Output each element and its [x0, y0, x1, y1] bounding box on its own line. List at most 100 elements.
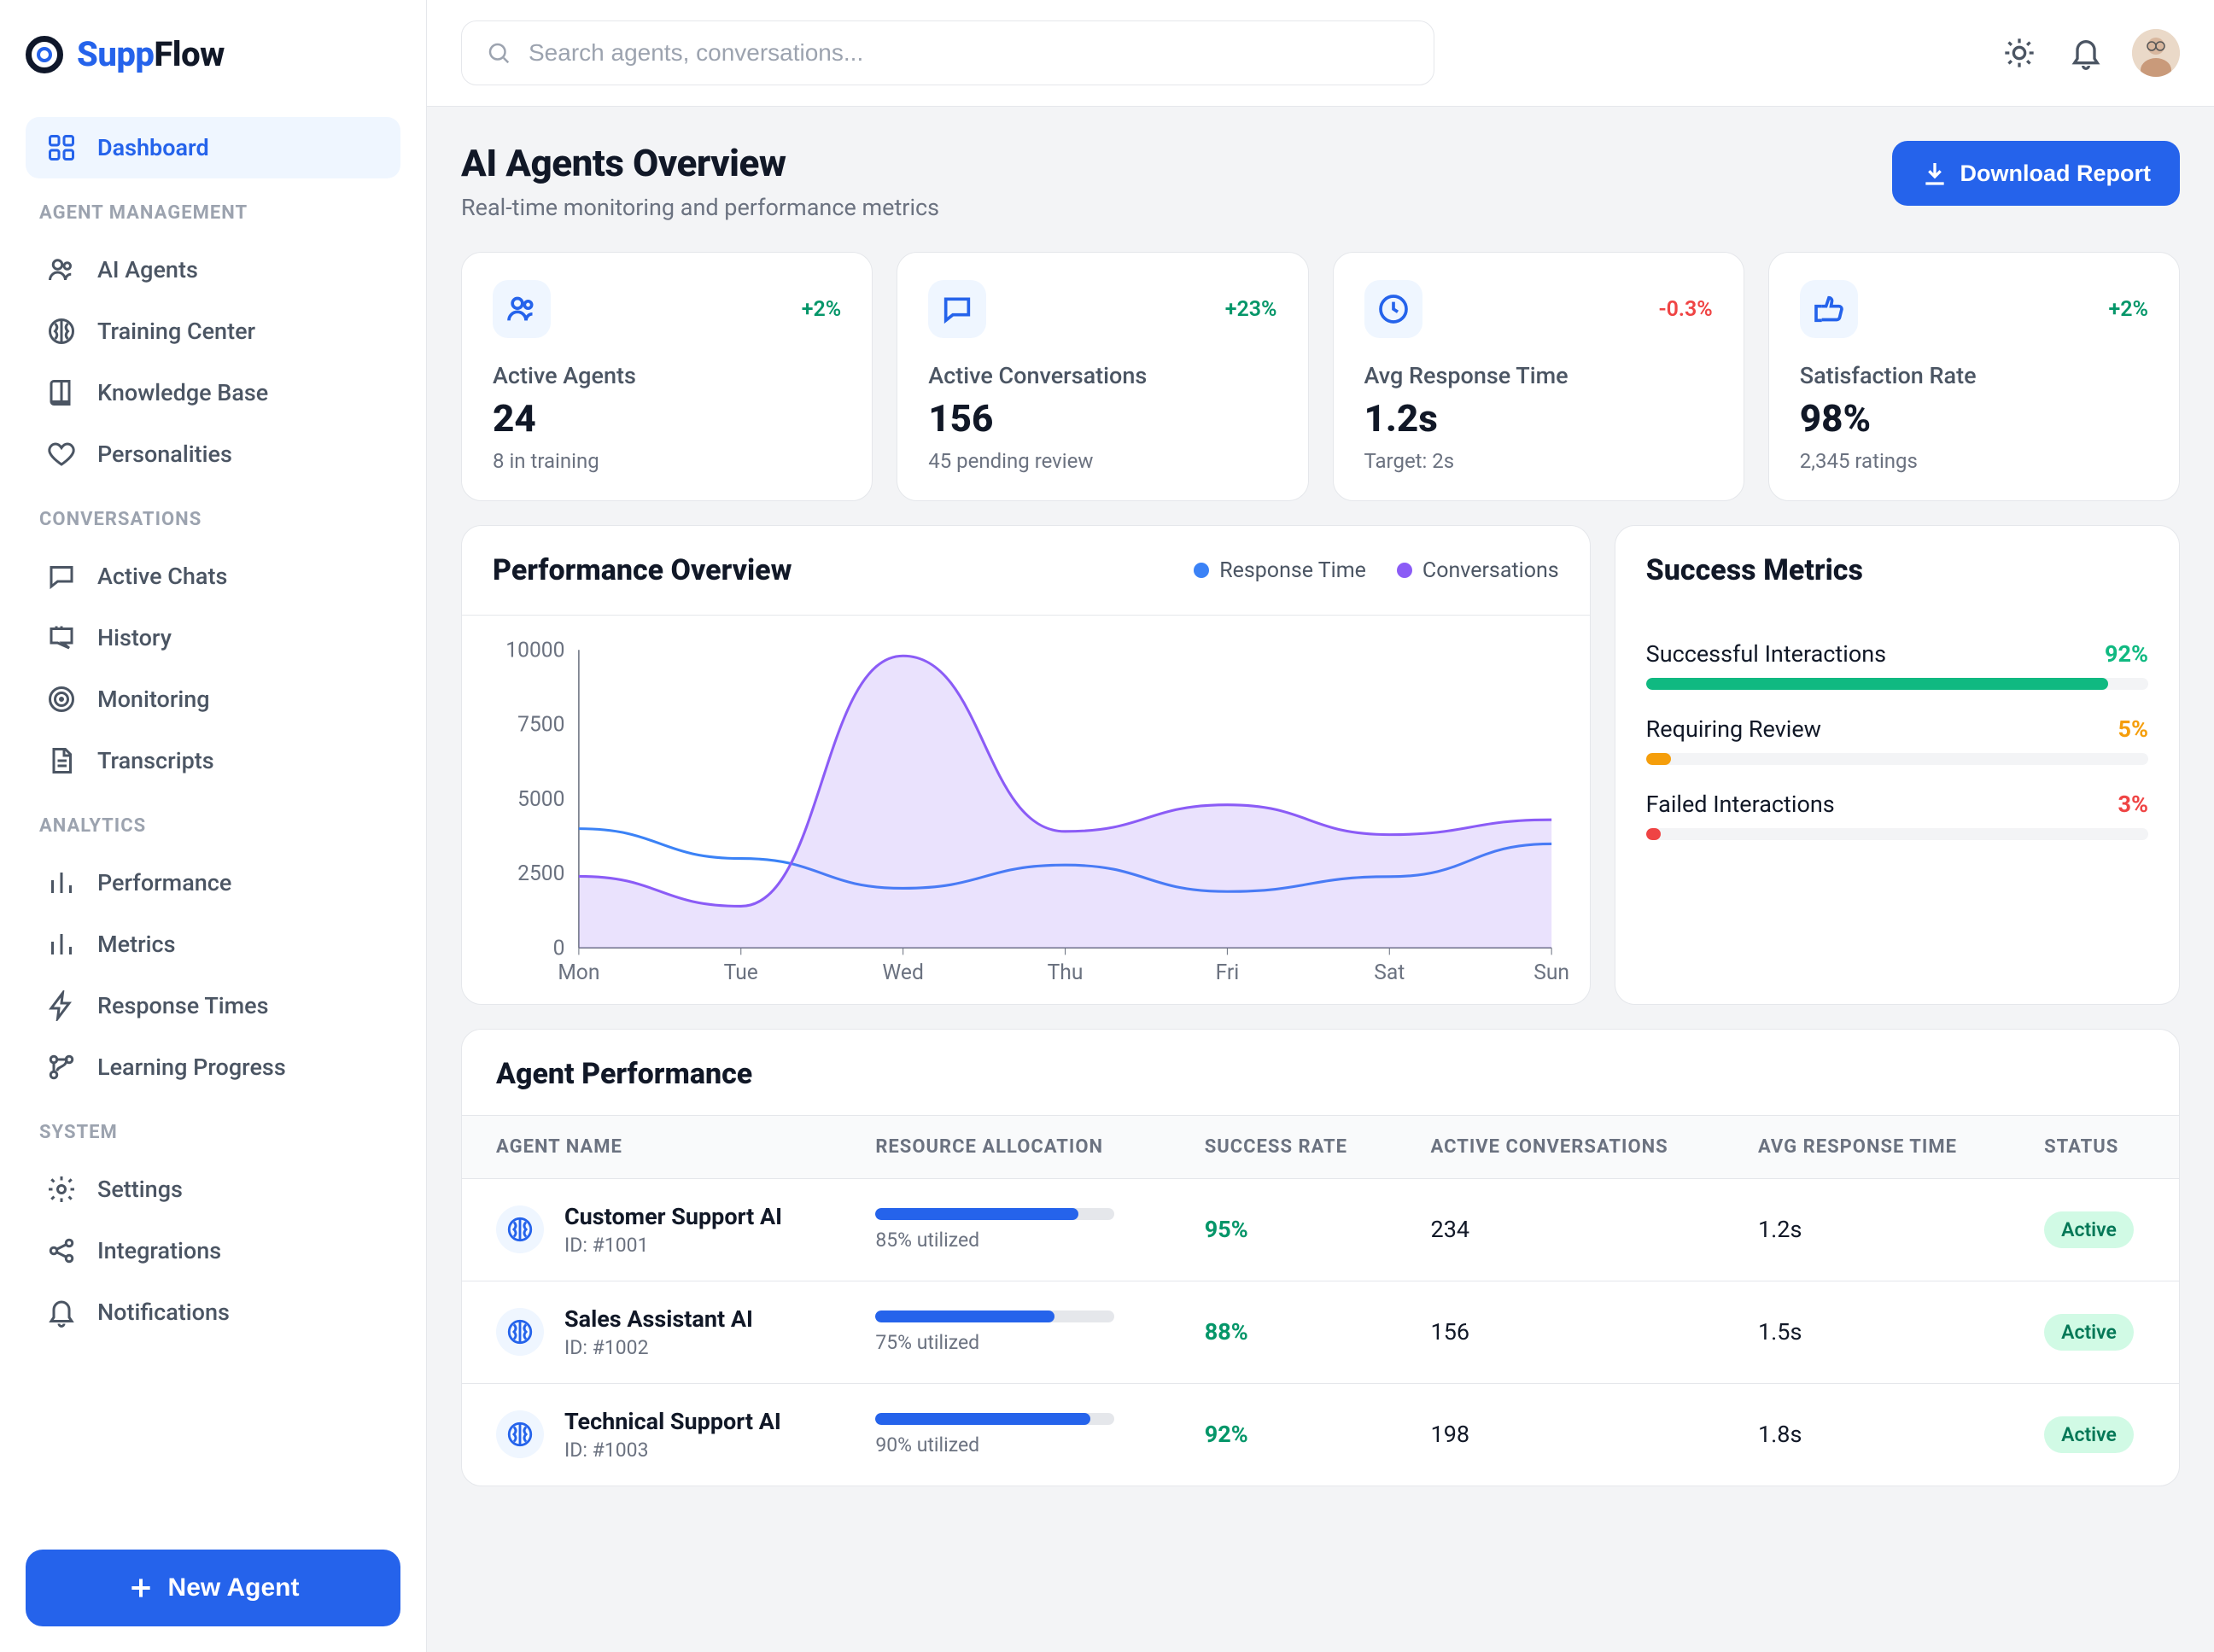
sidebar-item-training-center[interactable]: Training Center — [26, 301, 400, 362]
sidebar-item-knowledge-base[interactable]: Knowledge Base — [26, 362, 400, 423]
y-tick-label: 5000 — [517, 787, 564, 812]
sidebar-item-monitoring[interactable]: Monitoring — [26, 668, 400, 730]
stat-sub: 2,345 ratings — [1800, 449, 2148, 473]
table-column-header: AVG RESPONSE TIME — [1724, 1115, 2010, 1178]
sidebar-item-dashboard[interactable]: Dashboard — [26, 117, 400, 178]
table-row[interactable]: Sales Assistant AIID: #100275% utilized8… — [462, 1281, 2179, 1383]
bolt-icon — [46, 990, 77, 1021]
agent-performance-card: Agent Performance AGENT NAMERESOURCE ALL… — [461, 1029, 2180, 1486]
success-rate: 92% — [1205, 1421, 1248, 1448]
status-badge: Active — [2044, 1314, 2134, 1351]
performance-overview-card: Performance Overview Response Time Conver… — [461, 525, 1591, 1005]
bot-icon — [496, 1410, 544, 1458]
history-icon — [46, 622, 77, 653]
new-agent-button[interactable]: New Agent — [26, 1550, 400, 1626]
sidebar-item-label: AI Agents — [97, 256, 198, 283]
utilization-text: 85% utilized — [875, 1229, 1136, 1252]
stats-row: +2%Active Agents248 in training+23%Activ… — [461, 252, 2180, 501]
sidebar-item-label: Active Chats — [97, 563, 227, 590]
topbar — [427, 0, 2214, 107]
stat-card: +23%Active Conversations15645 pending re… — [897, 252, 1308, 501]
y-tick-label: 10000 — [505, 641, 564, 663]
sidebar-item-transcripts[interactable]: Transcripts — [26, 730, 400, 791]
sidebar-item-ai-agents[interactable]: AI Agents — [26, 239, 400, 301]
stat-sub: Target: 2s — [1364, 449, 1713, 473]
sidebar-item-metrics[interactable]: Metrics — [26, 914, 400, 975]
legend-dot-icon — [1397, 563, 1412, 578]
content: AI Agents Overview Real-time monitoring … — [427, 107, 2214, 1521]
sidebar-item-performance[interactable]: Performance — [26, 852, 400, 914]
avg-response-time: 1.2s — [1724, 1178, 2010, 1281]
download-label: Download Report — [1960, 161, 2152, 187]
target-icon — [46, 684, 77, 715]
sidebar-item-integrations[interactable]: Integrations — [26, 1220, 400, 1281]
sidebar-item-response-times[interactable]: Response Times — [26, 975, 400, 1036]
sidebar-item-history[interactable]: History — [26, 607, 400, 668]
download-report-button[interactable]: Download Report — [1892, 141, 2181, 206]
stat-label: Active Agents — [493, 362, 841, 389]
stat-value: 156 — [928, 396, 1276, 441]
x-tick-label: Sat — [1374, 960, 1405, 985]
y-tick-label: 2500 — [517, 861, 564, 886]
nav-section-label: SYSTEM — [39, 1122, 387, 1143]
performance-chart: 025005000750010000MonTueWedThuFriSatSun — [482, 641, 1569, 992]
bot-icon — [496, 1308, 544, 1356]
metric-row: Successful Interactions92% — [1646, 640, 2148, 690]
stat-delta: +23% — [1225, 297, 1277, 322]
sidebar-item-label: Dashboard — [97, 134, 209, 161]
brain-icon — [46, 316, 77, 347]
theme-toggle[interactable] — [1999, 32, 2040, 73]
sidebar-item-label: History — [97, 624, 172, 651]
metric-pct: 5% — [2118, 715, 2148, 743]
search-box[interactable] — [461, 20, 1434, 85]
active-conversations: 156 — [1397, 1281, 1724, 1383]
status-badge: Active — [2044, 1416, 2134, 1453]
agent-id: ID: #1001 — [564, 1234, 782, 1257]
table-row[interactable]: Customer Support AI ID: #1001 85% utilized… — [462, 1178, 2179, 1281]
sidebar-item-label: Learning Progress — [97, 1054, 286, 1081]
sidebar: SuppFlow Dashboard AGENT MANAGEMENT AI Age… — [0, 0, 427, 1652]
bars-icon — [46, 929, 77, 960]
stat-sub: 45 pending review — [928, 449, 1276, 473]
logo[interactable]: SuppFlow — [26, 34, 400, 74]
nav-section-label: AGENT MANAGEMENT — [39, 202, 387, 224]
notifications-button[interactable] — [2065, 32, 2106, 73]
search-input[interactable] — [527, 38, 1410, 67]
agent-name: Customer Support AI — [564, 1203, 782, 1230]
metric-label: Requiring Review — [1646, 715, 1821, 743]
logo-text: SuppFlow — [77, 34, 225, 74]
legend-label: Response Time — [1219, 558, 1366, 583]
sidebar-item-label: Notifications — [97, 1299, 230, 1326]
metric-row: Failed Interactions3% — [1646, 791, 2148, 840]
utilization-bar — [875, 1413, 1114, 1425]
utilization-bar — [875, 1311, 1114, 1322]
x-tick-label: Mon — [558, 960, 599, 985]
table-column-header: STATUS — [2010, 1115, 2179, 1178]
sidebar-item-active-chats[interactable]: Active Chats — [26, 546, 400, 607]
perf-title: Performance Overview — [493, 553, 792, 587]
sidebar-item-settings[interactable]: Settings — [26, 1159, 400, 1220]
stat-delta: -0.3% — [1658, 297, 1712, 322]
y-tick-label: 7500 — [517, 713, 564, 738]
sidebar-item-label: Response Times — [97, 992, 269, 1019]
stat-value: 1.2s — [1364, 396, 1713, 441]
success-rate: 95% — [1205, 1216, 1248, 1243]
agent-id: ID: #1002 — [564, 1336, 753, 1359]
legend-dot-icon — [1194, 563, 1209, 578]
legend-item: Conversations — [1397, 558, 1559, 583]
sidebar-item-label: Knowledge Base — [97, 379, 268, 406]
stat-sub: 8 in training — [493, 449, 841, 473]
active-conversations: 198 — [1397, 1383, 1724, 1486]
sidebar-item-learning-progress[interactable]: Learning Progress — [26, 1036, 400, 1098]
table-row[interactable]: Technical Support AIID: #100390% utilize… — [462, 1383, 2179, 1486]
avatar[interactable] — [2132, 29, 2180, 77]
status-badge: Active — [2044, 1211, 2134, 1248]
sidebar-item-notifications[interactable]: Notifications — [26, 1281, 400, 1343]
sidebar-item-personalities[interactable]: Personalities — [26, 423, 400, 485]
stat-card: -0.3%Avg Response Time1.2sTarget: 2s — [1333, 252, 1744, 501]
sidebar-item-label: Integrations — [97, 1237, 221, 1264]
bell-icon — [2069, 36, 2103, 70]
sidebar-item-label: Monitoring — [97, 686, 210, 713]
agent-name: Technical Support AI — [564, 1408, 781, 1435]
y-tick-label: 0 — [553, 936, 565, 960]
